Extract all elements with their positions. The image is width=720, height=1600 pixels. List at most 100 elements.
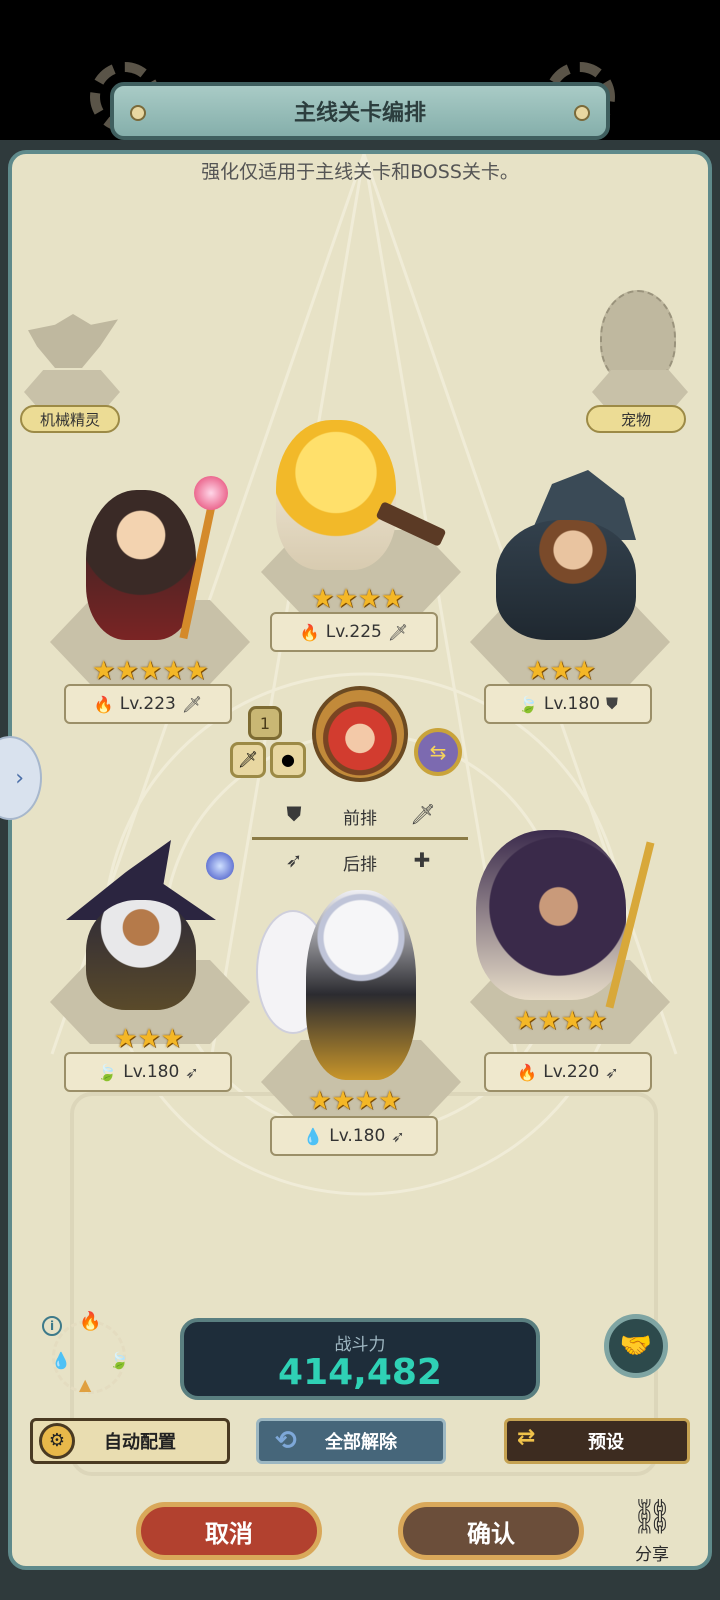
combat-power-value: 414,482	[278, 1352, 442, 1393]
hero-staff-orb	[206, 852, 234, 880]
share-label: 分享	[635, 1545, 669, 1565]
sword-role-icon: 🗡	[387, 622, 409, 642]
wind-element-icon: 🍃	[97, 1062, 118, 1082]
combat-power-panel: 战斗力 414,482	[180, 1318, 540, 1400]
hero-level: Lv.225	[325, 622, 382, 642]
star-icon: ★	[331, 1086, 355, 1116]
bow-row-icon: ➶	[285, 848, 303, 872]
rivet-left	[130, 105, 146, 121]
info-icon[interactable]: i	[42, 1316, 62, 1336]
star-icon: ★	[334, 584, 358, 614]
fire-element-icon: 🔥	[517, 1062, 538, 1082]
hero-level-plate: 🍃 Lv.180 ➶	[64, 1052, 232, 1092]
fire-element-icon: 🔥	[79, 1311, 102, 1332]
hero-slot-front-left[interactable]: ★ ★ ★ ★ ★ 🔥 Lv.223 🗡	[46, 470, 256, 724]
star-icon: ★	[114, 1024, 138, 1054]
star-icon: ★	[572, 656, 596, 686]
star-icon: ★	[560, 1006, 584, 1036]
cancel-label: 取消	[205, 1519, 253, 1548]
star-icon: ★	[583, 1006, 608, 1036]
hero-stars: ★ ★ ★	[114, 1026, 184, 1052]
title-banner: 主线关卡编排	[110, 82, 610, 140]
mech-sprite-silhouette	[28, 314, 118, 368]
bow-role-icon: ➶	[605, 1062, 619, 1082]
earth-element-icon: ▲	[79, 1375, 92, 1394]
star-icon: ★	[311, 584, 335, 614]
confirm-label: 确认	[467, 1519, 515, 1548]
pet-label: 宠物	[586, 405, 686, 433]
share-icon: ⛓	[630, 1497, 674, 1537]
star-icon: ★	[137, 1024, 161, 1054]
hero-level-plate: 🔥 Lv.220 ➶	[484, 1052, 652, 1092]
element-wheel[interactable]: 🔥 💧 🍃 ▲	[51, 1311, 129, 1394]
fire-element-icon: 🔥	[299, 622, 320, 642]
back-row-label: 后排	[343, 855, 377, 875]
swap-icon: ⇆	[429, 740, 447, 764]
confirm-button[interactable]: 确认	[398, 1502, 584, 1560]
page-title: 主线关卡编排	[293, 101, 426, 126]
preset-button[interactable]: ⇄ 预设	[504, 1418, 690, 1464]
cancel-button[interactable]: 取消	[136, 1502, 322, 1560]
hero-level-plate: 🔥 Lv.223 🗡	[64, 684, 232, 724]
hero-slot-front-right[interactable]: ★ ★ ★ 🍃 Lv.180 ⛊	[466, 470, 676, 724]
leader-orb-hex: ●	[270, 742, 306, 778]
star-icon: ★	[308, 1086, 332, 1116]
star-icon: ★	[92, 656, 116, 686]
leader-number-badge: 1	[248, 706, 282, 740]
hero-slot-top-center[interactable]: ★ ★ ★ ★ 🔥 Lv.225 🗡	[256, 420, 466, 652]
orb-icon: ●	[281, 750, 295, 769]
hero-slot-back-right[interactable]: ★ ★ ★ ★ 🔥 Lv.220 ➶	[466, 830, 676, 1092]
share-button[interactable]: ⛓ 分享	[620, 1494, 684, 1568]
staff-orb	[194, 476, 228, 510]
water-element-icon: 💧	[51, 1351, 71, 1370]
chevron-right-icon: ›	[15, 765, 24, 791]
star-icon: ★	[161, 656, 186, 686]
hero-sprite-witch	[86, 900, 196, 1010]
hero-slot-back-left[interactable]: ★ ★ ★ 🍃 Lv.180 ➶	[46, 840, 256, 1092]
bow-role-icon: ➶	[185, 1062, 199, 1082]
unlink-icon: ⟲	[275, 1426, 297, 1456]
hero-stars: ★ ★ ★ ★	[311, 586, 404, 612]
bond-badge[interactable]: 🤝	[604, 1314, 668, 1378]
leader-portrait[interactable]	[312, 686, 408, 782]
star-icon: ★	[549, 656, 573, 686]
star-icon: ★	[138, 656, 162, 686]
hero-sprite-staff-girl	[86, 490, 196, 640]
auto-config-label: 自动配置	[104, 1432, 176, 1453]
star-icon: ★	[380, 584, 405, 614]
water-element-icon: 💧	[303, 1126, 324, 1146]
subtitle-text: 强化仅适用于主线关卡和BOSS关卡。	[201, 161, 519, 183]
rivet-right	[574, 105, 590, 121]
hero-slot-back-center[interactable]: ★ ★ ★ ★ 💧 Lv.180 ➶	[256, 890, 466, 1160]
hero-sprite-goggles-girl	[276, 420, 396, 570]
sword-icon: 🗡	[237, 750, 259, 769]
swap-button[interactable]: ⇆	[414, 728, 462, 776]
hero-stars: ★ ★ ★ ★	[308, 1088, 401, 1114]
mech-sprite-label: 机械精灵	[20, 405, 120, 433]
star-icon: ★	[115, 656, 139, 686]
pet-slot[interactable]: 宠物	[586, 290, 694, 440]
star-icon: ★	[185, 656, 209, 686]
handshake-icon: 🤝	[619, 1331, 653, 1361]
mech-sprite-slot[interactable]: 机械精灵	[20, 310, 124, 440]
star-icon: ★	[377, 1086, 402, 1116]
star-icon: ★	[357, 584, 381, 614]
hero-sprite-hunter	[496, 520, 636, 640]
shield-role-icon: ⛊	[605, 694, 618, 713]
star-icon: ★	[526, 656, 550, 686]
preset-label: 预设	[588, 1432, 624, 1453]
wind-element-icon: 🍃	[517, 694, 538, 714]
sword-row-icon: 🗡	[410, 802, 436, 826]
row-divider	[252, 837, 468, 840]
star-icon: ★	[354, 1086, 378, 1116]
hero-level-plate: 🍃 Lv.180 ⛊	[484, 684, 652, 724]
hero-sprite-cat-gunner	[306, 890, 416, 1080]
wind-element-icon: 🍃	[109, 1351, 129, 1370]
auto-config-button[interactable]: ⚙ 自动配置	[30, 1418, 230, 1464]
unequip-all-label: 全部解除	[325, 1432, 397, 1453]
gear-icon: ⚙	[39, 1423, 75, 1459]
star-icon: ★	[514, 1006, 538, 1036]
unequip-all-button[interactable]: ⟲ 全部解除	[256, 1418, 446, 1464]
hero-level-plate: 💧 Lv.180 ➶	[270, 1116, 438, 1156]
star-icon: ★	[537, 1006, 561, 1036]
